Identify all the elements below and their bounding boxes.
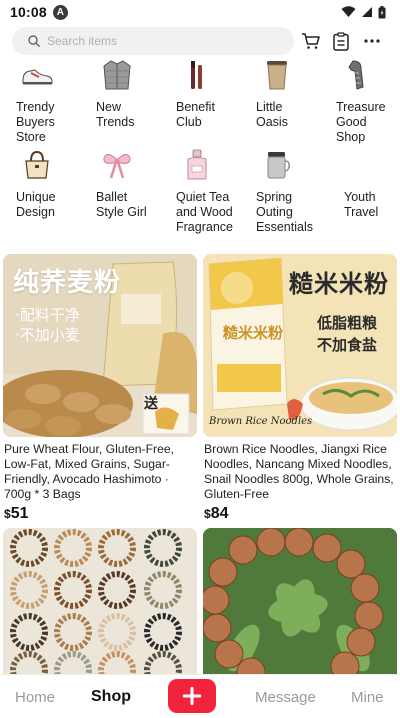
category-label: Youth Travel — [344, 190, 379, 219]
price-value: 51 — [10, 505, 29, 522]
cart-icon — [302, 33, 320, 49]
product-price: $84 — [203, 505, 397, 523]
category-item[interactable]: Unique Design — [0, 148, 80, 220]
clipboard-list-icon — [333, 31, 349, 51]
bottom-navigation: Home Shop Message Mine — [0, 674, 400, 718]
search-row — [0, 26, 400, 56]
search-bar[interactable] — [12, 27, 294, 55]
product-image-line: ·不加小麦 — [15, 326, 80, 344]
category-label: Little Oasis — [256, 100, 288, 129]
notification-icon: A — [52, 4, 68, 20]
product-price: $51 — [3, 505, 197, 523]
product-image-line: ·配料干净 — [15, 306, 80, 324]
search-input[interactable] — [47, 34, 267, 48]
status-bar: 10:08 A — [0, 0, 400, 24]
walnut-bracelet-image — [203, 528, 397, 674]
category-item[interactable]: Benefit Club — [160, 58, 240, 130]
product-image[interactable]: 糙米米粉 低脂粗粮 不加食盐 糙米米粉 Brown Rice Noodles — [203, 254, 397, 437]
nav-message[interactable]: Message — [255, 689, 316, 706]
product-card[interactable]: 糙米米粉 低脂粗粮 不加食盐 糙米米粉 Brown Rice Noodles B… — [203, 254, 397, 523]
category-label: Quiet Tea and Wood Fragrance — [176, 190, 233, 234]
tumbler-cup-icon — [260, 58, 294, 92]
category-image-placeholder — [340, 148, 374, 182]
price-currency: $ — [204, 507, 211, 521]
product-image-headline: 糙米米粉 — [289, 270, 389, 298]
travel-mug-icon — [260, 148, 294, 182]
battery-icon — [378, 5, 386, 18]
category-label: Unique Design — [16, 190, 56, 219]
category-item[interactable]: Quiet Tea and Wood Fragrance — [160, 148, 240, 235]
product-image[interactable] — [203, 528, 397, 674]
more-dots-icon — [364, 39, 380, 43]
category-item[interactable]: Spring Outing Essentials — [240, 148, 320, 235]
search-icon — [28, 35, 40, 47]
category-item[interactable]: Trendy Buyers Store — [0, 58, 80, 145]
jacket-icon — [100, 58, 134, 92]
product-card[interactable]: 纯荞麦粉 ·配料干净 ·不加小麦 送 Pure Wheat Flour, Glu… — [3, 254, 197, 523]
sneaker-icon — [20, 58, 54, 92]
status-time: 10:08 — [10, 4, 47, 20]
nav-shop[interactable]: Shop — [91, 688, 131, 706]
category-label: New Trends — [96, 100, 135, 129]
category-label: Benefit Club — [176, 100, 215, 129]
bead-bracelets-image — [3, 528, 197, 674]
cart-button[interactable] — [300, 30, 322, 52]
product-card[interactable] — [203, 528, 397, 674]
category-item[interactable]: Little Oasis — [240, 58, 320, 130]
product-image-line: 低脂粗粮 — [317, 314, 378, 332]
category-item[interactable]: New Trends — [80, 58, 160, 130]
product-image-headline: 纯荞麦粉 — [13, 268, 122, 298]
wifi-icon — [341, 6, 356, 17]
scarf-icon — [340, 58, 374, 92]
product-image[interactable] — [3, 528, 197, 674]
bow-ribbon-icon — [100, 148, 134, 182]
category-item[interactable]: Treasure Good Shop — [320, 58, 400, 145]
script-caption: Brown Rice Noodles — [209, 416, 313, 427]
package-label: 糙米米粉 — [223, 324, 284, 342]
create-post-button[interactable] — [168, 679, 216, 713]
perfume-bottle-icon — [180, 148, 214, 182]
category-label: Trendy Buyers Store — [16, 100, 55, 144]
category-item[interactable]: Youth Travel — [320, 148, 400, 220]
product-image[interactable]: 纯荞麦粉 ·配料干净 ·不加小麦 送 — [3, 254, 197, 437]
category-label: Spring Outing Essentials — [256, 190, 313, 234]
status-icons — [341, 5, 386, 19]
signal-icon — [362, 7, 372, 17]
product-title[interactable]: Pure Wheat Flour, Gluten-Free, Low-Fat, … — [3, 442, 197, 502]
product-image-line: 不加食盐 — [317, 336, 378, 354]
gift-badge: 送 — [144, 396, 158, 412]
orders-button[interactable] — [330, 30, 352, 52]
plus-icon — [183, 687, 201, 705]
price-currency: $ — [4, 507, 11, 521]
nav-home[interactable]: Home — [15, 689, 55, 706]
mascara-icon — [180, 58, 214, 92]
category-label: Ballet Style Girl — [96, 190, 147, 219]
product-card[interactable] — [3, 528, 197, 674]
category-label: Treasure Good Shop — [336, 100, 386, 144]
handbag-icon — [20, 148, 54, 182]
category-item[interactable]: Ballet Style Girl — [80, 148, 160, 220]
price-value: 84 — [210, 505, 229, 522]
product-title[interactable]: Brown Rice Noodles, Jiangxi Rice Noodles… — [203, 442, 397, 502]
nav-mine[interactable]: Mine — [351, 689, 384, 706]
more-button[interactable] — [361, 30, 383, 52]
